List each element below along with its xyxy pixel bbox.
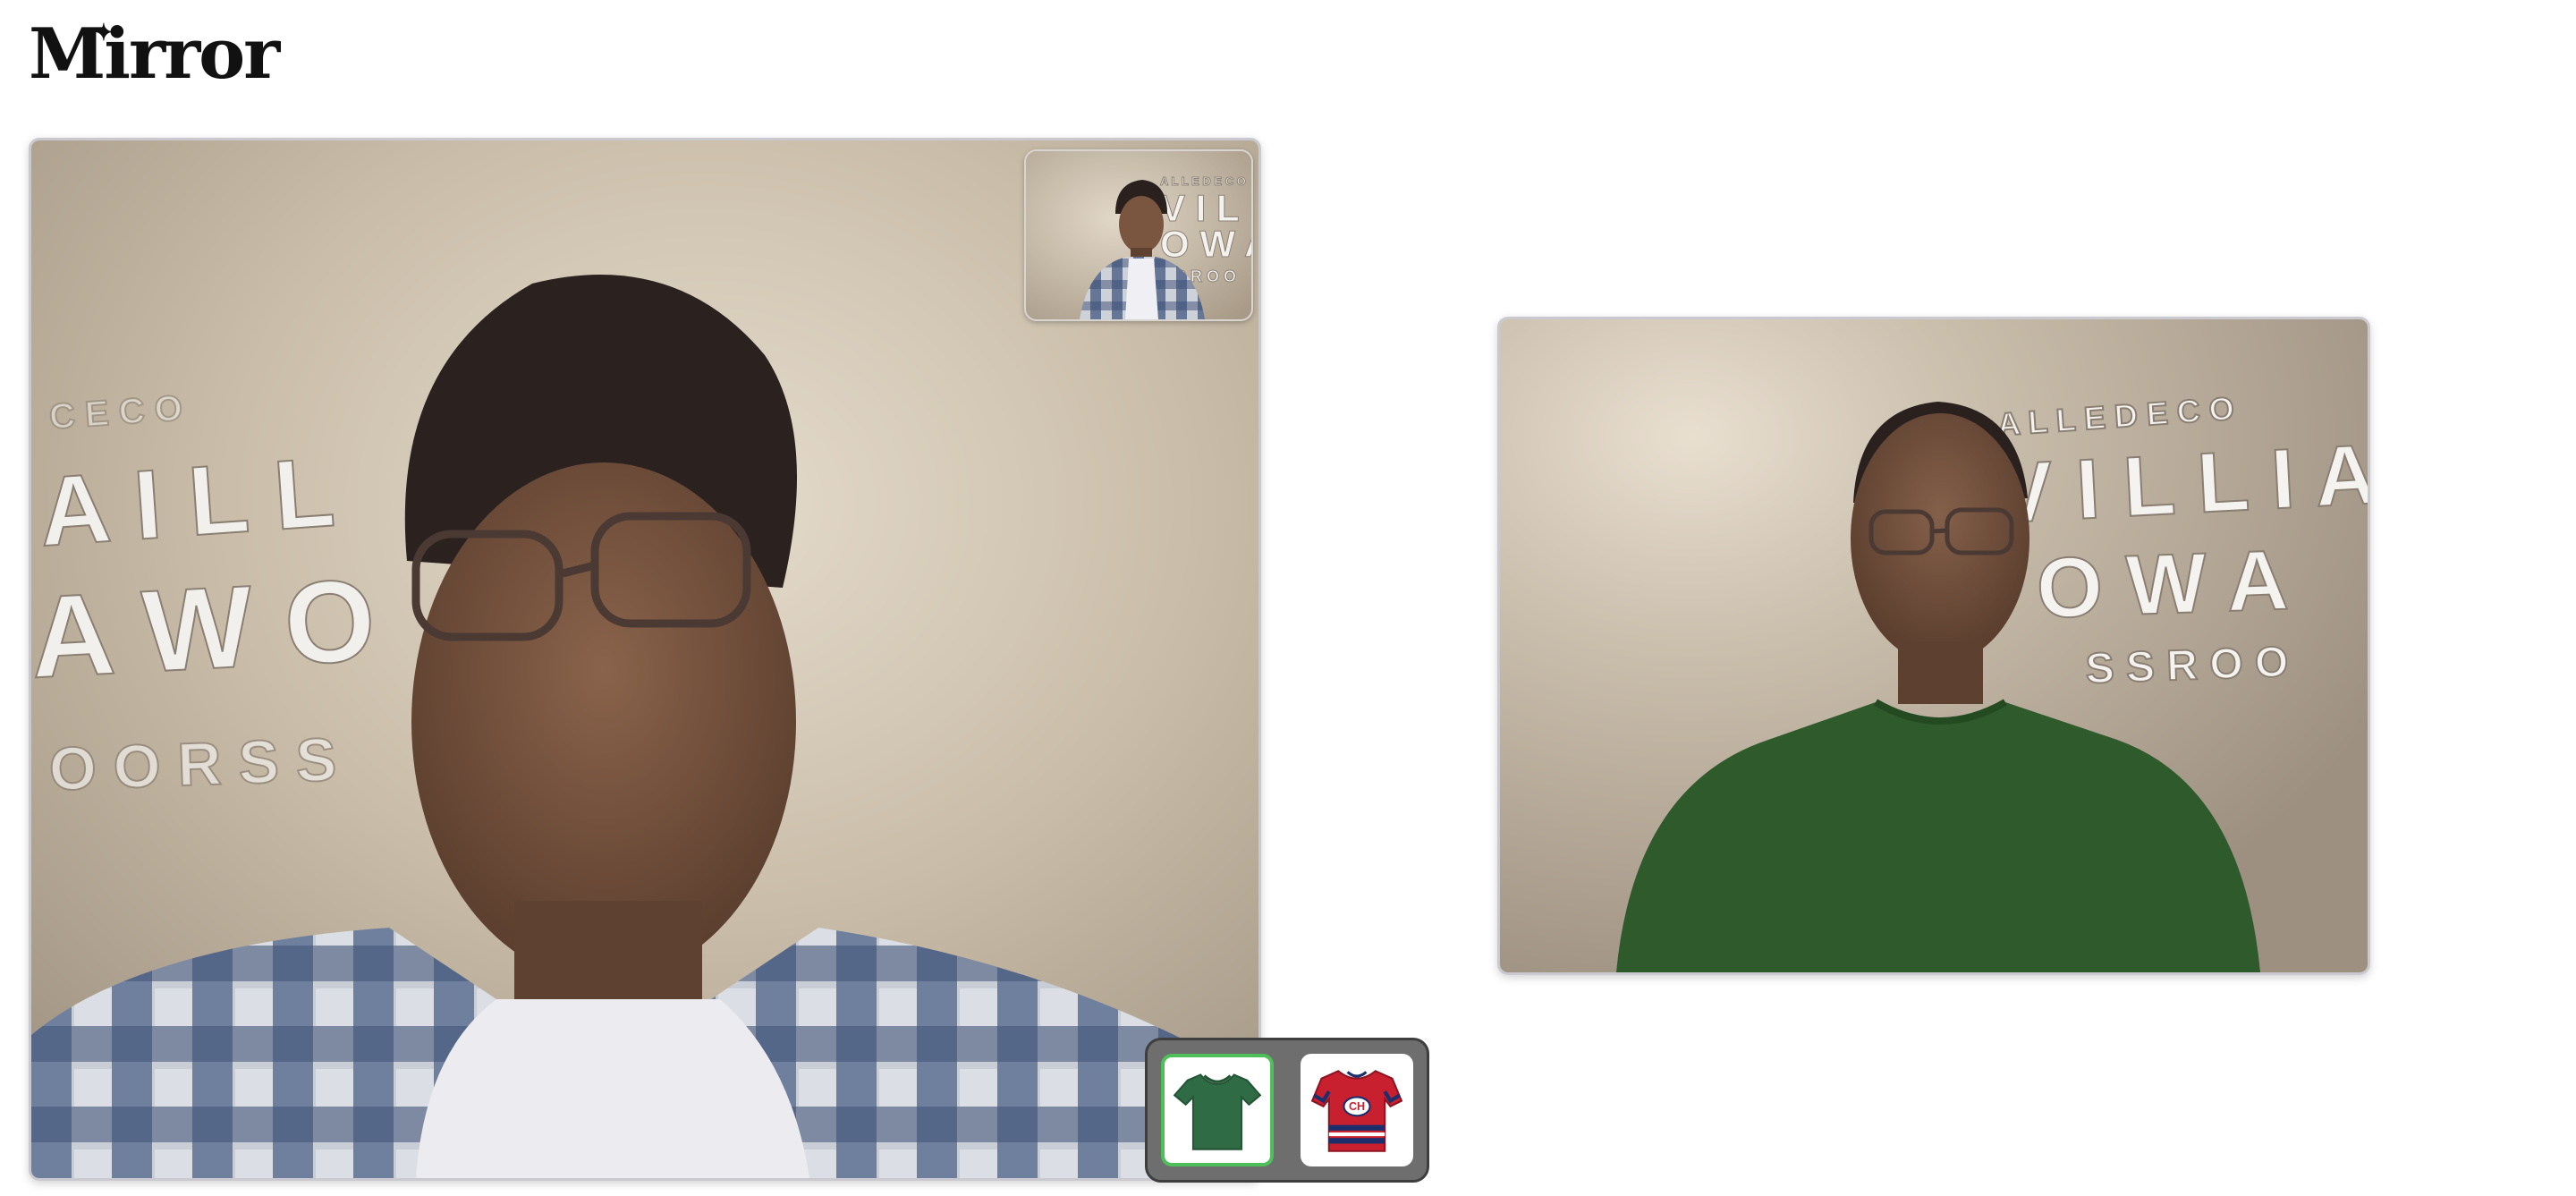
svg-text:A W O: A W O bbox=[31, 554, 378, 702]
preview-thumbnail: A L L E D E C O V I L L I O W A S S R O … bbox=[1024, 149, 1253, 321]
camera-feed: C E C O A I L L A W O O O R S S A L L E … bbox=[29, 138, 1261, 1181]
preview-image: A L L E D E C O V I L L I O W A S S R O … bbox=[1026, 151, 1251, 319]
svg-text:O W A: O W A bbox=[1160, 223, 1251, 265]
svg-text:O W A: O W A bbox=[2035, 533, 2290, 637]
result-image: A L L E D E C O V I L L I A O W A S S R … bbox=[1500, 319, 2368, 972]
svg-text:A I L L: A I L L bbox=[36, 437, 338, 567]
jersey-icon: CH bbox=[1310, 1070, 1403, 1152]
sparkle-icon: ✦ bbox=[94, 20, 114, 47]
tshirt-icon bbox=[1173, 1073, 1262, 1150]
svg-text:CH: CH bbox=[1349, 1100, 1365, 1113]
svg-text:O O R S S: O O R S S bbox=[48, 725, 338, 803]
app-title-text: Mirror bbox=[29, 13, 280, 95]
svg-text:V I L L I A: V I L L I A bbox=[1994, 427, 2368, 541]
outfit-selector: CH bbox=[1145, 1038, 1429, 1183]
try-on-result: A L L E D E C O V I L L I A O W A S S R … bbox=[1497, 317, 2370, 975]
app-root: Mirror ✦ C E C O A I L L A W O O O R S S… bbox=[0, 0, 2576, 1196]
outfit-option-green-tshirt[interactable] bbox=[1161, 1054, 1274, 1166]
app-title: Mirror ✦ bbox=[29, 13, 280, 97]
svg-text:A L L E D E C O: A L L E D E C O bbox=[1160, 174, 1246, 188]
outfit-option-hockey-jersey[interactable]: CH bbox=[1301, 1054, 1413, 1166]
svg-text:S S R O O: S S R O O bbox=[2085, 639, 2289, 693]
